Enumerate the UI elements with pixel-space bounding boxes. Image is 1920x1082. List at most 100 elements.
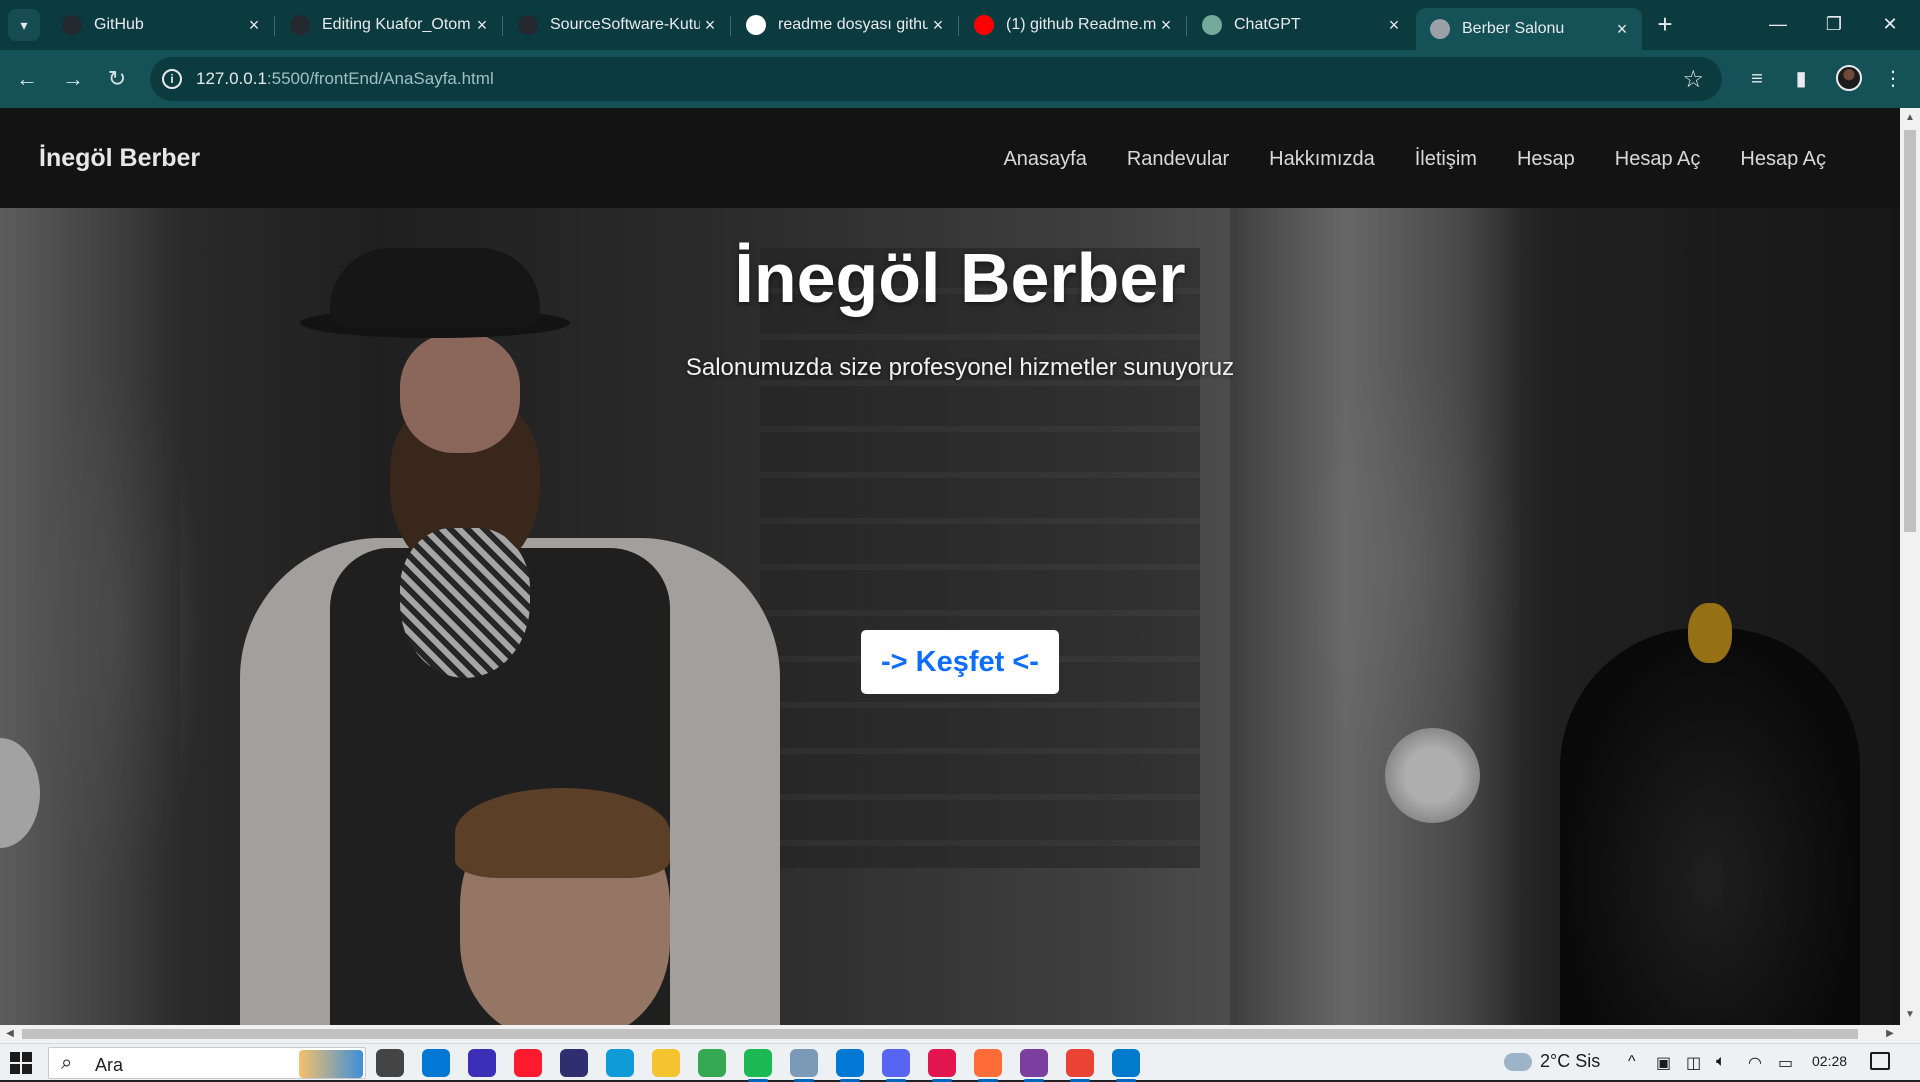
hero-overlay (0, 208, 1900, 1025)
taskbar-search-placeholder: Ara (95, 1055, 124, 1075)
browser-tab[interactable]: GitHub × (48, 8, 274, 42)
edge-icon[interactable] (606, 1049, 634, 1077)
tab-search-button[interactable]: ▾ (8, 9, 40, 41)
horizontal-scrollbar[interactable]: ◀ ▶ (0, 1025, 1900, 1043)
network-icon[interactable]: ▣ (1656, 1053, 1671, 1073)
scroll-left-icon[interactable]: ◀ (0, 1025, 20, 1043)
tab-close-icon[interactable]: × (1156, 15, 1176, 35)
new-tab-button[interactable]: + (1650, 10, 1680, 40)
close-window-button[interactable]: ✕ (1862, 0, 1918, 50)
browser-tab[interactable]: readme dosyası githu × (732, 8, 958, 42)
chevron-up-icon[interactable]: ^ (1628, 1053, 1636, 1071)
browser-tab[interactable]: SourceSoftware-Kutu × (504, 8, 730, 42)
wifi-icon[interactable]: ◠ (1748, 1053, 1762, 1073)
restore-button[interactable]: ❐ (1806, 0, 1862, 50)
scroll-up-icon[interactable]: ▲ (1900, 108, 1920, 128)
weather-widget[interactable]: 2°C Sis (1504, 1051, 1600, 1072)
tab-close-icon[interactable]: × (1612, 19, 1632, 39)
minimize-button[interactable]: — (1750, 0, 1806, 50)
nav-link[interactable]: Anasayfa (1003, 148, 1086, 171)
reload-button[interactable]: ↻ (100, 62, 134, 96)
brand-logo[interactable]: İnegöl Berber (39, 144, 200, 173)
horizontal-scroll-thumb[interactable] (22, 1029, 1858, 1039)
tab-title: Editing Kuafor_Otom (322, 16, 471, 33)
file-explorer-icon[interactable] (652, 1049, 680, 1077)
url-path: :5500/frontEnd/AnaSayfa.html (266, 69, 494, 88)
postman-icon[interactable] (974, 1049, 1002, 1082)
nav-link[interactable]: Randevular (1127, 148, 1229, 171)
tab-separator (502, 16, 503, 36)
bookmark-star-icon[interactable]: ☆ (1682, 65, 1704, 94)
browser-tab[interactable]: (1) github Readme.m × (960, 8, 1186, 42)
nav-link[interactable]: Hakkımızda (1269, 148, 1375, 171)
side-panel-icon[interactable]: ▮ (1786, 64, 1816, 94)
vscode-icon[interactable] (1112, 1049, 1140, 1082)
search-highlight-icon[interactable] (299, 1050, 363, 1078)
browser-tab[interactable]: Berber Salonu × (1416, 8, 1642, 50)
globe-icon (1430, 19, 1450, 39)
nav-link[interactable]: Hesap Aç (1615, 148, 1701, 171)
media-control-icon[interactable]: ≡ (1742, 64, 1772, 94)
camera-icon[interactable]: ◫ (1686, 1053, 1701, 1073)
tab-close-icon[interactable]: × (700, 15, 720, 35)
minimize-icon: — (1769, 14, 1787, 34)
browser-tab[interactable]: ChatGPT × (1188, 8, 1414, 42)
scroll-right-icon[interactable]: ▶ (1880, 1025, 1900, 1043)
tab-title: Berber Salonu (1462, 20, 1565, 37)
tab-separator (730, 16, 731, 36)
tab-separator (958, 16, 959, 36)
tab-close-icon[interactable]: × (244, 15, 264, 35)
site-info-icon[interactable]: i (162, 69, 182, 89)
task-view-icon[interactable] (376, 1049, 404, 1077)
cloud-icon (1504, 1052, 1532, 1071)
app-icon[interactable] (560, 1049, 588, 1077)
windows-taskbar: ⌕ Ara 2°C Sis ^ ▣ ◫ 🔈︎ ◠ ▭ 02:28 (0, 1043, 1920, 1082)
tab-close-icon[interactable]: × (472, 15, 492, 35)
github-icon (62, 15, 82, 35)
scroll-down-icon[interactable]: ▼ (1900, 1005, 1920, 1025)
back-button[interactable]: ← (10, 62, 44, 96)
url-text[interactable]: 127.0.0.1:5500/frontEnd/AnaSayfa.html (196, 69, 494, 89)
tab-title: ChatGPT (1234, 16, 1301, 33)
weather-text: 2°C Sis (1540, 1051, 1601, 1071)
mail-icon[interactable] (422, 1049, 450, 1077)
windows-start-icon[interactable] (10, 1052, 32, 1074)
battery-icon[interactable]: ▭ (1778, 1053, 1793, 1073)
arrow-left-icon: ← (16, 66, 38, 91)
more-menu-icon[interactable]: ⋮ (1878, 64, 1908, 94)
vertical-scrollbar[interactable]: ▲ ▼ (1900, 108, 1920, 1025)
taskbar-search[interactable]: ⌕ Ara (48, 1047, 366, 1079)
app-icon[interactable] (1020, 1049, 1048, 1082)
github-icon (518, 15, 538, 35)
forward-button[interactable]: → (56, 62, 90, 96)
notification-icon[interactable] (1870, 1052, 1890, 1070)
search-icon: ⌕ (61, 1052, 73, 1074)
chrome-icon[interactable] (1066, 1049, 1094, 1082)
chrome-icon[interactable] (698, 1049, 726, 1077)
spotify-icon[interactable] (744, 1049, 772, 1082)
tab-title: readme dosyası githu (778, 16, 928, 33)
chevron-down-icon: ▾ (20, 16, 28, 33)
tab-close-icon[interactable]: × (928, 15, 948, 35)
jetbrains-icon[interactable] (928, 1049, 956, 1082)
tab-close-icon[interactable]: × (1384, 15, 1404, 35)
discord-icon[interactable] (882, 1049, 910, 1082)
address-bar[interactable]: i 127.0.0.1:5500/frontEnd/AnaSayfa.html … (150, 57, 1722, 101)
vertical-scroll-thumb[interactable] (1904, 130, 1916, 532)
tab-separator (274, 16, 275, 36)
taskbar-clock[interactable]: 02:28 (1812, 1053, 1847, 1069)
nav-link[interactable]: Hesap Aç (1740, 148, 1826, 171)
tab-title: GitHub (94, 16, 144, 33)
nav-link[interactable]: Hesap (1517, 148, 1575, 171)
nav-link[interactable]: İletişim (1415, 148, 1477, 171)
restore-icon: ❐ (1825, 14, 1843, 34)
browser-tab[interactable]: Editing Kuafor_Otom × (276, 8, 502, 42)
opera-icon[interactable] (514, 1049, 542, 1077)
app-icon[interactable] (790, 1049, 818, 1082)
volume-icon[interactable]: 🔈︎ (1716, 1053, 1726, 1071)
page-viewport: İnegöl Berber Anasayfa Randevular Hakkımız… (0, 108, 1900, 1025)
pen-app-icon[interactable] (468, 1049, 496, 1077)
explore-button[interactable]: -> Keşfet <- (861, 630, 1059, 694)
photos-icon[interactable] (836, 1049, 864, 1082)
profile-avatar[interactable] (1836, 65, 1862, 91)
